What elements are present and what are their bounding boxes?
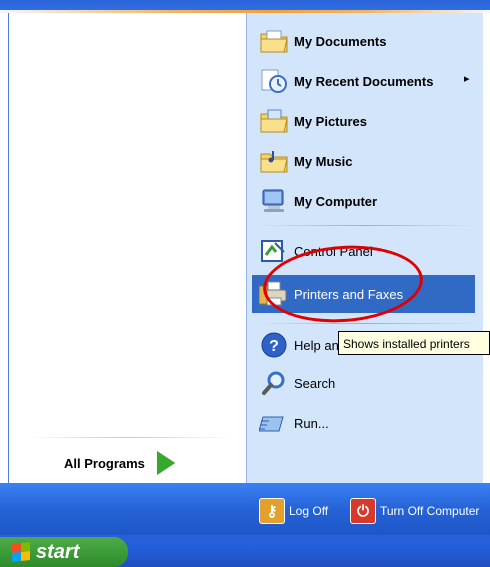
all-programs-button[interactable]: All Programs <box>64 448 175 478</box>
folder-pictures-icon <box>258 105 290 137</box>
menu-item-my-documents[interactable]: My Documents <box>258 24 386 58</box>
menu-item-my-pictures[interactable]: My Pictures <box>258 104 367 138</box>
recent-documents-icon <box>258 65 290 97</box>
computer-icon <box>258 185 290 217</box>
start-menu: My Documents My Recent Documents ▸ My Pi… <box>0 0 490 567</box>
menu-item-my-music[interactable]: My Music <box>258 144 353 178</box>
start-label: start <box>36 540 80 563</box>
log-off-button[interactable]: ⚷ Log Off <box>259 497 328 525</box>
power-icon: ⏻ <box>350 498 376 524</box>
log-off-label: Log Off <box>289 504 329 518</box>
turn-off-computer-button[interactable]: ⏻ Turn Off Computer <box>350 497 479 525</box>
green-arrow-icon <box>156 451 175 475</box>
folder-documents-icon <box>258 25 290 57</box>
menu-separator <box>254 323 476 324</box>
left-pane <box>8 13 247 483</box>
run-icon <box>258 407 290 439</box>
turn-off-label: Turn Off Computer <box>380 504 480 518</box>
menu-item-run[interactable]: Run... <box>258 406 329 440</box>
submenu-arrow-icon: ▸ <box>464 72 470 85</box>
menu-item-my-recent-documents[interactable]: My Recent Documents <box>258 64 433 98</box>
menu-separator <box>254 225 476 226</box>
folder-music-icon <box>258 145 290 177</box>
log-off-icon: ⚷ <box>259 498 285 524</box>
tooltip: Shows installed printers <box>338 331 490 355</box>
all-programs-label: All Programs <box>64 455 145 471</box>
menu-top-strip <box>0 0 490 10</box>
start-button[interactable]: start <box>0 537 128 567</box>
svg-text:?: ? <box>269 338 279 355</box>
menu-item-search[interactable]: Search <box>258 366 335 400</box>
search-icon <box>258 367 290 399</box>
windows-flag-icon <box>12 542 30 562</box>
menu-item-help-and-support[interactable]: ? Help and <box>258 328 346 362</box>
all-programs-separator <box>26 437 232 438</box>
menu-item-my-computer[interactable]: My Computer <box>258 184 377 218</box>
help-icon: ? <box>258 329 290 361</box>
